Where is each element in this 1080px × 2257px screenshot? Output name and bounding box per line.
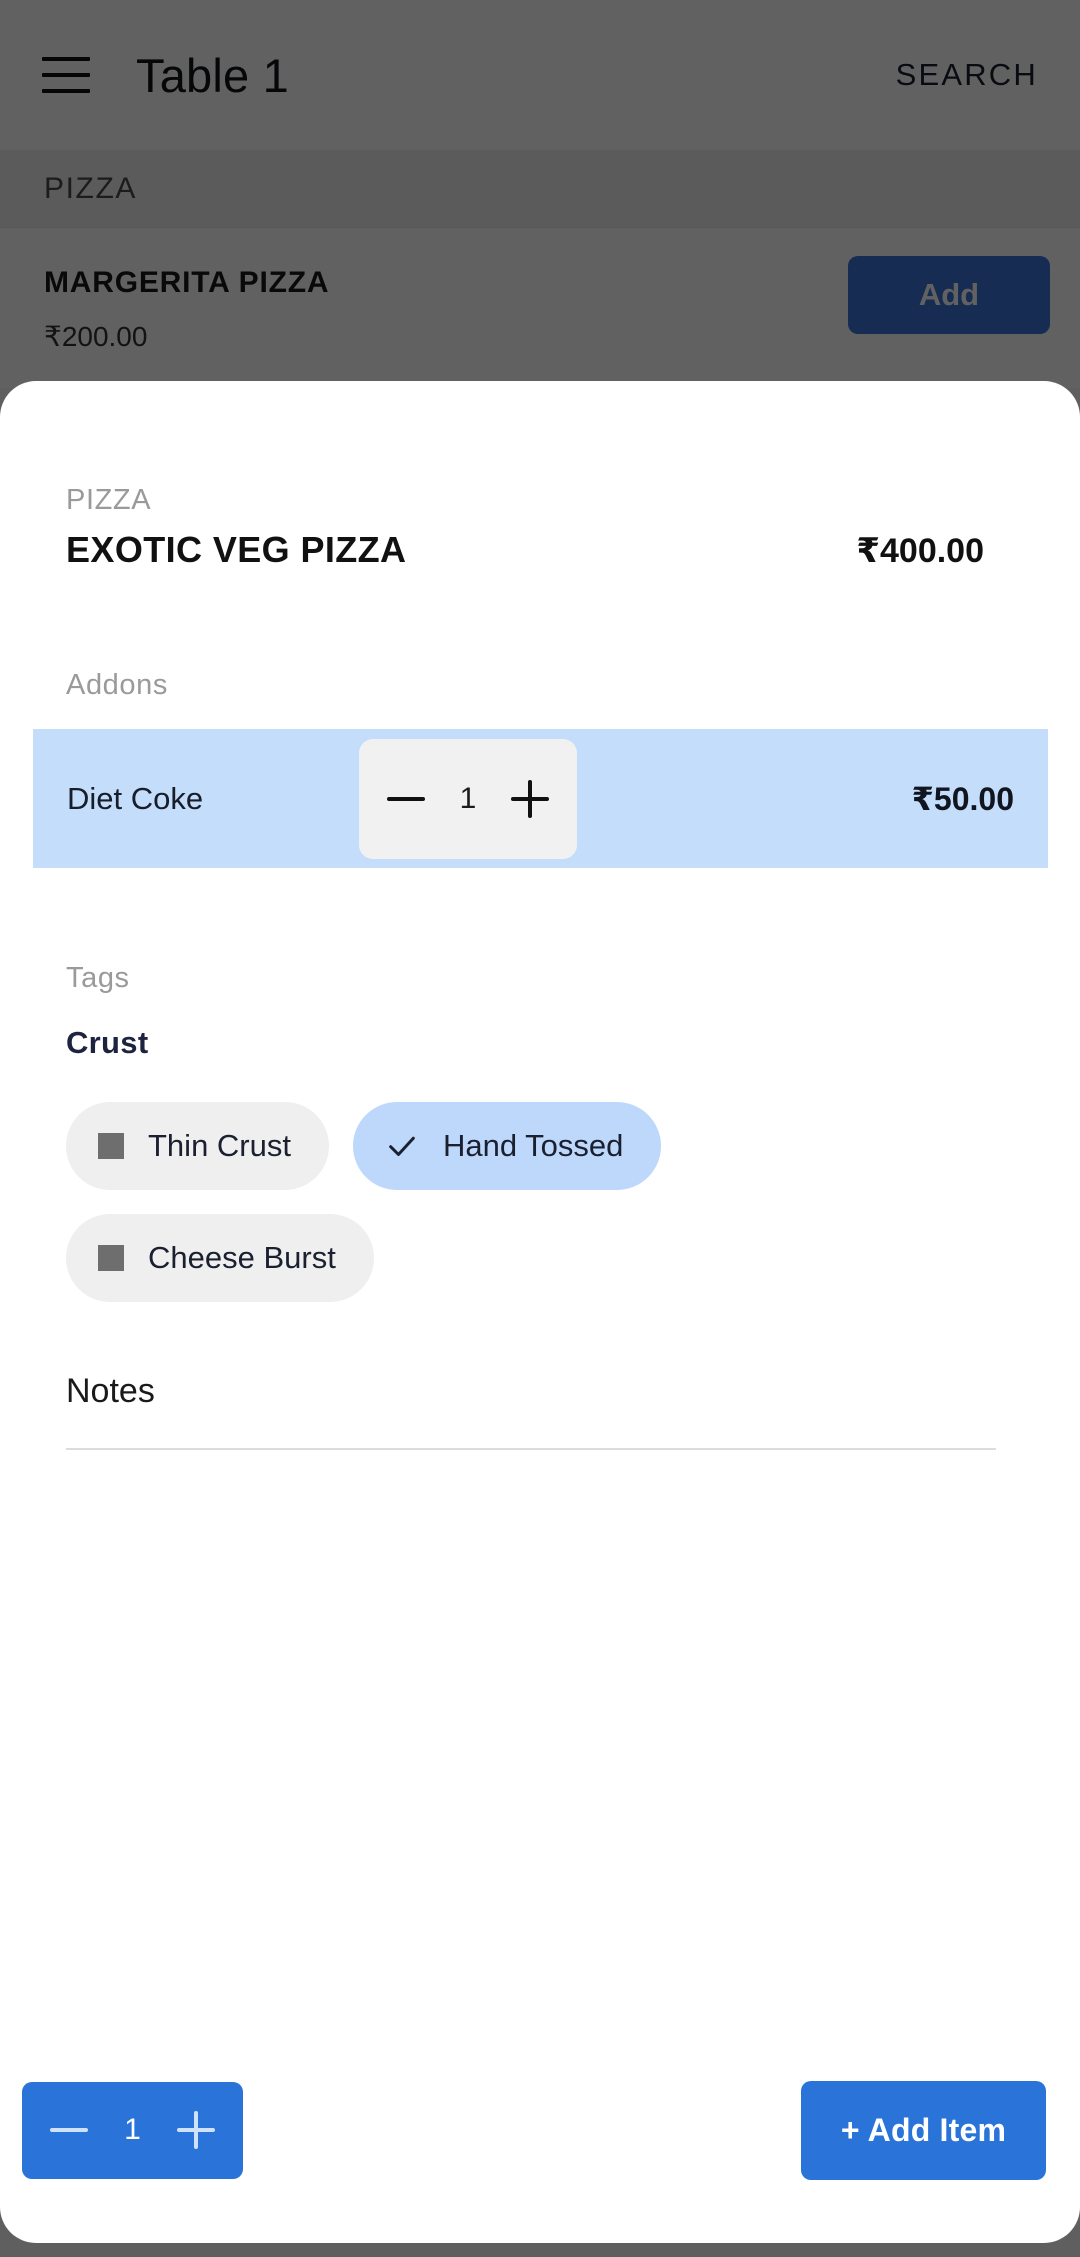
tag-group-title: Crust [66, 1025, 149, 1060]
item-price: ₹400.00 [856, 532, 984, 570]
addon-quantity-value: 1 [459, 781, 477, 815]
addon-row[interactable]: Diet Coke 1 ₹50.00 [33, 729, 1048, 868]
check-icon [385, 1129, 419, 1163]
item-category-label: PIZZA [66, 484, 152, 516]
plus-icon[interactable] [173, 2107, 219, 2153]
addons-label: Addons [66, 669, 168, 701]
tags-label: Tags [66, 962, 130, 994]
addon-price: ₹50.00 [911, 780, 1014, 817]
item-quantity-stepper[interactable]: 1 [22, 2081, 243, 2179]
item-name: EXOTIC VEG PIZZA [66, 529, 407, 570]
minus-icon[interactable] [46, 2107, 92, 2153]
notes-label: Notes [66, 1372, 155, 1410]
addons-section: Addons Diet Coke 1 ₹50.00 [0, 571, 1080, 868]
tag-option-label: Hand Tossed [442, 1128, 624, 1163]
tag-option-cheese-burst[interactable]: Cheese Burst [66, 1214, 374, 1302]
minus-icon[interactable] [383, 776, 429, 822]
add-item-button[interactable]: + Add Item [801, 2080, 1046, 2180]
addon-quantity-stepper[interactable]: 1 [359, 738, 577, 859]
notes-input[interactable] [66, 1448, 996, 1450]
notes-section: Notes [0, 1302, 1080, 1450]
item-quantity-value: 1 [124, 2113, 141, 2146]
sheet-content: PIZZA EXOTIC VEG PIZZA ₹400.00 Addons Di… [0, 381, 1080, 2039]
tag-options-list: Thin Crust Hand Tossed Cheese Burst [66, 1102, 766, 1302]
tag-option-hand-tossed[interactable]: Hand Tossed [352, 1102, 662, 1190]
tags-section: Tags Crust Thin Crust Hand Tossed Cheese… [0, 868, 1080, 1302]
tag-option-label: Cheese Burst [148, 1240, 336, 1275]
plus-icon[interactable] [507, 776, 553, 822]
square-checkbox-icon [98, 1133, 124, 1159]
square-checkbox-icon [98, 1245, 124, 1271]
addon-name: Diet Coke [67, 780, 204, 816]
tag-option-label: Thin Crust [148, 1128, 291, 1163]
sheet-footer: 1 + Add Item [0, 2039, 1080, 2243]
item-detail-bottom-sheet: PIZZA EXOTIC VEG PIZZA ₹400.00 Addons Di… [0, 381, 1080, 2243]
sheet-item-header: PIZZA EXOTIC VEG PIZZA ₹400.00 [0, 381, 1080, 571]
tag-option-thin-crust[interactable]: Thin Crust [66, 1102, 329, 1190]
